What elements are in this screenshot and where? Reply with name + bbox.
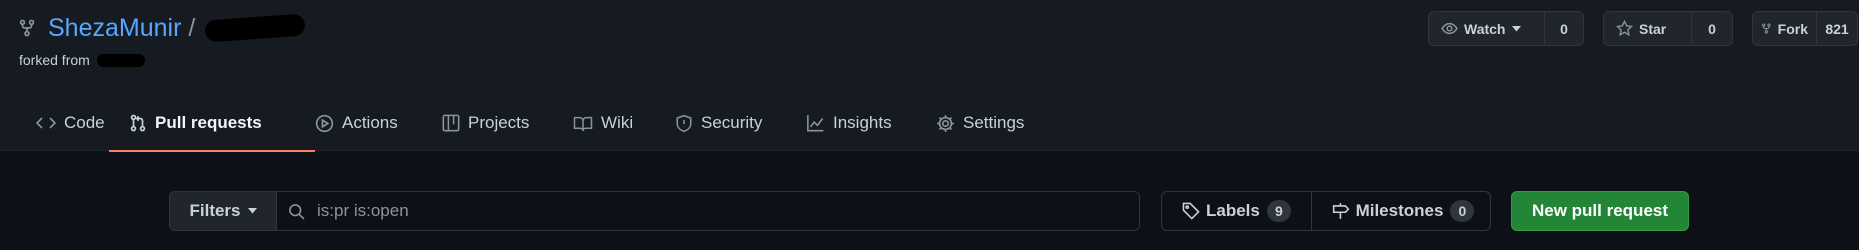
forked-from-label: forked from <box>19 52 90 68</box>
book-icon <box>573 116 593 131</box>
milestones-label: Milestones <box>1355 201 1444 220</box>
filters-label: Filters <box>189 201 241 220</box>
repo-forked-icon <box>19 19 35 37</box>
chevron-down-icon <box>1512 25 1522 31</box>
forked-from-line: forked from <box>19 52 145 68</box>
shield-icon <box>676 114 692 132</box>
fork-button-group: Fork 821 <box>1752 11 1858 46</box>
tab-projects-label: Projects <box>468 113 530 132</box>
repo-owner-link[interactable]: ShezaMunir <box>48 14 181 43</box>
watch-count[interactable]: 0 <box>1545 12 1583 45</box>
search-input[interactable] <box>317 201 1083 221</box>
tab-wiki-label: Wiki <box>601 113 634 132</box>
graph-icon <box>807 115 824 132</box>
tab-security-label: Security <box>701 113 763 132</box>
tab-code[interactable]: Code <box>36 104 129 142</box>
gear-icon <box>937 114 954 132</box>
tab-settings-label: Settings <box>963 113 1025 132</box>
repo-path-separator: / <box>188 13 196 42</box>
table-icon <box>442 114 460 132</box>
filters-button[interactable]: Filters <box>170 192 277 230</box>
chevron-down-icon <box>247 208 257 214</box>
tab-actions-label: Actions <box>342 113 398 132</box>
tab-settings[interactable]: Settings <box>936 104 1048 142</box>
search-area <box>277 192 1139 230</box>
tab-projects[interactable]: Projects <box>442 104 573 142</box>
labels-count: 9 <box>1266 200 1291 222</box>
watch-label: Watch <box>1464 20 1506 37</box>
play-icon <box>315 114 334 132</box>
tab-insights[interactable]: Insights <box>806 104 936 142</box>
repo-title: ShezaMunir / <box>18 11 307 45</box>
milestones-button[interactable]: Milestones 0 <box>1310 192 1490 230</box>
tab-wiki[interactable]: Wiki <box>573 104 675 142</box>
labels-milestones-group: Labels 9 Milestones 0 <box>1161 191 1491 231</box>
star-count[interactable]: 0 <box>1692 12 1732 45</box>
new-pull-request-button[interactable]: New pull request <box>1511 191 1689 231</box>
repo-header: ShezaMunir / forked from Watch 0 Star 0 … <box>0 0 1859 152</box>
star-button[interactable]: Star <box>1604 12 1692 45</box>
milestones-count: 0 <box>1450 200 1475 222</box>
tab-insights-label: Insights <box>833 113 892 132</box>
tab-security[interactable]: Security <box>675 104 806 142</box>
milestone-icon <box>1332 203 1349 219</box>
fork-label: Fork <box>1777 20 1808 37</box>
fork-button[interactable]: Fork <box>1753 12 1817 45</box>
labels-label: Labels <box>1206 201 1260 220</box>
labels-button[interactable]: Labels 9 <box>1162 192 1311 230</box>
star-label: Star <box>1639 20 1667 37</box>
tab-pull-requests-label: Pull requests <box>155 113 262 132</box>
star-icon <box>1616 20 1633 37</box>
code-icon <box>36 117 56 129</box>
pull-request-icon <box>130 114 146 132</box>
redacted-parent-repo <box>96 53 145 67</box>
fork-count[interactable]: 821 <box>1817 12 1857 45</box>
redacted-repo-name <box>204 13 307 43</box>
search-icon <box>289 203 305 220</box>
tab-pull-requests[interactable]: Pull requests <box>109 104 315 152</box>
eye-icon <box>1441 22 1458 35</box>
watch-button[interactable]: Watch <box>1429 12 1545 45</box>
tab-code-label: Code <box>64 113 105 132</box>
tag-icon <box>1182 202 1200 220</box>
repo-tab-nav: Code Pull requests Actions Projects Wiki… <box>36 104 1048 152</box>
watch-button-group: Watch 0 <box>1428 11 1584 46</box>
tab-actions[interactable]: Actions <box>315 104 442 142</box>
pr-filter-bar: Filters <box>169 191 1140 231</box>
fork-icon <box>1762 23 1771 34</box>
star-button-group: Star 0 <box>1603 11 1733 46</box>
